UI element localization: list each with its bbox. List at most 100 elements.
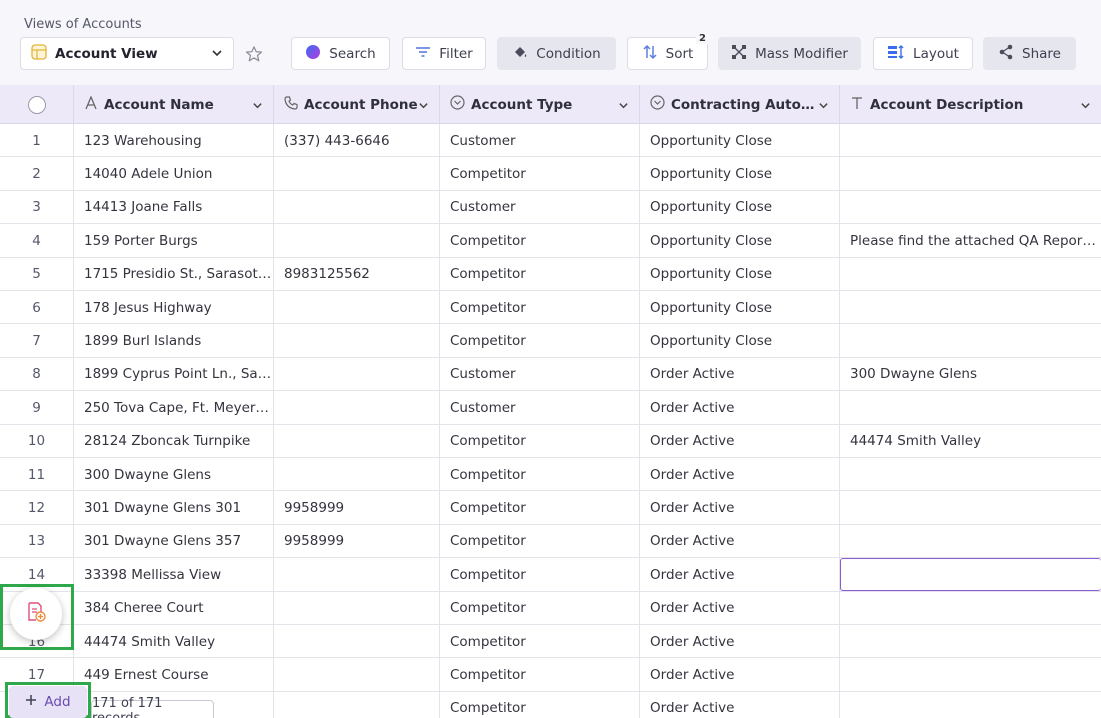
table-row[interactable]: 16 44474 Smith Valley Competitor Order Acti…: [0, 625, 1101, 659]
chevron-down-icon[interactable]: [818, 99, 829, 115]
column-header-account-description[interactable]: Account Description: [840, 85, 1101, 124]
account-phone-cell[interactable]: 9958999: [274, 491, 440, 525]
chevron-down-icon[interactable]: [1080, 99, 1091, 115]
account-name-cell[interactable]: 1899 Burl Islands: [74, 324, 274, 358]
contracting-automation-cell[interactable]: Opportunity Close: [640, 257, 840, 291]
add-row-button[interactable]: Add: [9, 686, 87, 718]
table-row[interactable]: 15384 Cheree CourtCompetitorOrder Active: [0, 591, 1101, 625]
row-number-cell[interactable]: 6: [0, 291, 74, 324]
table-row[interactable]: 4 159 Porter Burgs Competitor Opportunity C…: [0, 224, 1101, 258]
contracting-automation-cell[interactable]: Order Active: [640, 658, 840, 692]
contracting-automation-cell[interactable]: Order Active: [640, 357, 840, 391]
account-type-cell[interactable]: Competitor: [440, 291, 640, 324]
account-phone-cell[interactable]: [274, 157, 440, 191]
table-row[interactable]: 3 14413 Joane Falls Customer Opportunity Cl…: [0, 190, 1101, 225]
account-name-cell[interactable]: 33398 Mellissa View: [74, 558, 274, 592]
table-row[interactable]: 13 301 Dwayne Glens 357 9958999 Competitor O…: [0, 524, 1101, 559]
sort-button[interactable]: Sort 2: [627, 33, 709, 70]
account-type-cell[interactable]: Competitor: [440, 491, 640, 525]
contracting-automation-cell[interactable]: Order Active: [640, 691, 840, 718]
row-number-cell[interactable]: 10: [0, 424, 74, 458]
account-type-cell[interactable]: Competitor: [440, 625, 640, 658]
account-phone-cell[interactable]: [274, 658, 440, 692]
row-number-cell[interactable]: 9: [0, 391, 74, 425]
table-row[interactable]: 2 14040 Adele Union Competitor Opportunity …: [0, 157, 1101, 191]
table-row[interactable]: 5 1715 Presidio St., Sarasota ... 89831255…: [0, 257, 1101, 291]
search-button[interactable]: Search: [291, 37, 390, 70]
account-type-cell[interactable]: Customer: [440, 190, 640, 224]
contracting-automation-cell[interactable]: Order Active: [640, 491, 840, 525]
contracting-automation-cell[interactable]: Opportunity Close: [640, 124, 840, 157]
account-phone-cell[interactable]: [274, 224, 440, 258]
account-type-cell[interactable]: Competitor: [440, 524, 640, 558]
view-selector[interactable]: Account View: [20, 37, 234, 70]
contracting-automation-cell[interactable]: Opportunity Close: [640, 291, 840, 324]
table-row[interactable]: 10 28124 Zboncak Turnpike Competitor Order …: [0, 424, 1101, 458]
table-row[interactable]: 1 123 Warehousing (337) 443-6646 Customer Op…: [0, 124, 1101, 158]
account-name-cell[interactable]: 301 Dwayne Glens 301: [74, 491, 274, 525]
account-type-cell[interactable]: Customer: [440, 391, 640, 425]
account-description-cell[interactable]: [840, 625, 1101, 658]
account-type-cell[interactable]: Customer: [440, 357, 640, 391]
account-phone-cell[interactable]: (337) 443-6646: [274, 124, 440, 157]
account-description-cell[interactable]: 300 Dwayne Glens: [840, 358, 1101, 391]
row-number-cell[interactable]: 1: [0, 124, 74, 157]
account-description-cell[interactable]: [840, 324, 1101, 357]
account-description-cell[interactable]: [840, 592, 1101, 625]
contracting-automation-cell[interactable]: Order Active: [640, 424, 840, 458]
account-type-cell[interactable]: Competitor: [440, 658, 640, 692]
account-name-cell[interactable]: 301 Dwayne Glens 357: [74, 524, 274, 558]
table-row[interactable]: 17 449 Ernest Course Competitor Order Activ…: [0, 658, 1101, 692]
account-name-cell[interactable]: 300 Dwayne Glens: [74, 458, 274, 491]
account-description-cell[interactable]: [840, 124, 1101, 157]
table-row[interactable]: 14 33398 Mellissa View Competitor Order Act…: [0, 558, 1101, 592]
account-name-cell[interactable]: 14040 Adele Union: [74, 157, 274, 191]
account-phone-cell[interactable]: [274, 458, 440, 491]
table-row[interactable]: 12 301 Dwayne Glens 301 9958999 Competitor O…: [0, 491, 1101, 525]
account-description-cell[interactable]: [840, 525, 1101, 558]
account-description-cell[interactable]: [840, 258, 1101, 291]
account-description-cell[interactable]: [840, 157, 1101, 190]
row-number-cell[interactable]: 11: [0, 458, 74, 491]
contracting-automation-cell[interactable]: Order Active: [640, 591, 840, 625]
table-row[interactable]: 6 178 Jesus Highway Competitor Opportunity …: [0, 291, 1101, 325]
account-phone-cell[interactable]: [274, 357, 440, 391]
account-description-cell[interactable]: [840, 491, 1101, 524]
column-header-account-name[interactable]: Account Name: [74, 85, 274, 124]
account-type-cell[interactable]: Competitor: [440, 458, 640, 491]
account-type-cell[interactable]: Competitor: [440, 157, 640, 191]
account-name-cell[interactable]: 44474 Smith Valley: [74, 625, 274, 658]
row-number-cell[interactable]: 3: [0, 190, 74, 224]
contracting-automation-cell[interactable]: Opportunity Close: [640, 190, 840, 224]
account-name-cell[interactable]: 14413 Joane Falls: [74, 190, 274, 224]
contracting-automation-cell[interactable]: Order Active: [640, 458, 840, 491]
chevron-down-icon[interactable]: [618, 99, 629, 115]
account-type-cell[interactable]: Competitor: [440, 591, 640, 625]
account-phone-cell[interactable]: [274, 625, 440, 658]
column-header-account-phone[interactable]: Account Phone: [274, 85, 440, 124]
account-phone-cell[interactable]: [274, 190, 440, 224]
contracting-automation-cell[interactable]: Opportunity Close: [640, 157, 840, 191]
contracting-automation-cell[interactable]: Opportunity Close: [640, 224, 840, 258]
account-description-cell[interactable]: [840, 191, 1101, 224]
chevron-down-icon[interactable]: [418, 99, 429, 115]
account-description-cell[interactable]: [840, 291, 1101, 324]
account-type-cell[interactable]: Competitor: [440, 324, 640, 358]
account-type-cell[interactable]: Customer: [440, 124, 640, 157]
table-row[interactable]: 9 250 Tova Cape, Ft. Meyers... Customer Ord…: [0, 391, 1101, 425]
account-name-cell[interactable]: 28124 Zboncak Turnpike: [74, 424, 274, 458]
favorite-star-icon[interactable]: [244, 44, 264, 64]
table-row[interactable]: 7 1899 Burl Islands Competitor Opportunity …: [0, 324, 1101, 358]
row-number-cell[interactable]: 2: [0, 157, 74, 191]
row-number-cell[interactable]: 5: [0, 257, 74, 291]
row-number-cell[interactable]: 7: [0, 324, 74, 358]
column-header-contracting-automation[interactable]: Contracting Autom...: [640, 85, 840, 124]
contracting-automation-cell[interactable]: Order Active: [640, 524, 840, 558]
account-phone-cell[interactable]: [274, 691, 440, 718]
row-number-cell[interactable]: 12: [0, 491, 74, 525]
account-type-cell[interactable]: Competitor: [440, 558, 640, 592]
account-phone-cell[interactable]: [274, 391, 440, 425]
account-phone-cell[interactable]: [274, 558, 440, 592]
account-phone-cell[interactable]: 9958999: [274, 524, 440, 558]
account-phone-cell[interactable]: [274, 424, 440, 458]
